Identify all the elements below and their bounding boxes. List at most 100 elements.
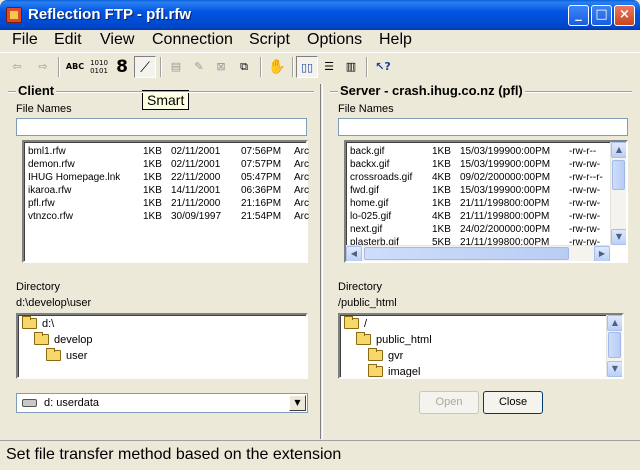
folder-icon (356, 332, 371, 345)
scroll-down-icon[interactable]: ▼ (611, 229, 626, 245)
client-file-filter-input[interactable] (16, 118, 307, 136)
directory-item[interactable]: user (22, 348, 93, 364)
server-file-row[interactable]: lo-025.gif 4KB 21/11/199800:00PM -rw-rw- (350, 210, 608, 223)
file-time: 07:56PM (241, 146, 282, 157)
file-perm: -rw-rw- (569, 211, 601, 222)
folder-icon (34, 332, 49, 345)
client-drive-select[interactable]: d: userdata ▼ (16, 393, 308, 413)
menu-connection[interactable]: Connection (152, 31, 233, 49)
file-time: 21:54PM (241, 211, 282, 222)
file-datetime: 15/03/199900:00PM (460, 146, 551, 157)
server-file-row[interactable]: fwd.gif 1KB 15/03/199900:00PM -rw-rw- (350, 184, 608, 197)
file-name: crossroads.gif (350, 172, 413, 183)
edit-file-icon[interactable]: ✎ (188, 56, 210, 78)
server-file-filter-input[interactable] (338, 118, 628, 136)
directory-item[interactable]: d:\ (22, 316, 93, 332)
file-attr: Arc (294, 185, 309, 196)
close-window-button[interactable]: × (614, 5, 635, 26)
receive-file-icon[interactable]: ⇨ (32, 56, 54, 78)
smart-mode-button[interactable]: 8 (111, 56, 133, 78)
binary-mode-button[interactable]: 1010 0101 (88, 56, 110, 78)
client-file-row[interactable]: bml1.rfw 1KB 02/11/2001 07:56PM Arc (28, 145, 309, 158)
file-perm: -rw-rw- (569, 159, 601, 170)
server-list-vscrollbar[interactable]: ▲ ▼ (610, 142, 626, 245)
directory-item[interactable]: / (344, 316, 432, 332)
title-bar: Reflection FTP - pfl.rfw _ □ × (0, 0, 640, 30)
stop-hand-icon[interactable]: ✋ (266, 56, 288, 78)
chevron-down-icon[interactable]: ▼ (289, 395, 306, 411)
file-perm: -rw-rw- (569, 224, 601, 235)
binary-label-top: 1010 (90, 59, 108, 67)
client-group-title: Client (16, 83, 57, 98)
delete-file-icon[interactable]: ⊠ (210, 56, 232, 78)
view-file-icon[interactable]: ▤ (165, 56, 187, 78)
server-file-list[interactable]: back.gif 1KB 15/03/199900:00PM -rw-r-- backx… (344, 140, 628, 263)
scroll-thumb[interactable] (608, 332, 621, 358)
scroll-up-icon[interactable]: ▲ (611, 142, 626, 158)
toolbar-separator (58, 57, 60, 77)
smart-wand-icon[interactable]: ⟋ (134, 56, 156, 78)
file-size: 1KB (143, 172, 162, 183)
scroll-thumb[interactable] (612, 160, 625, 190)
scroll-up-icon[interactable]: ▲ (607, 315, 622, 331)
server-file-row[interactable]: home.gif 1KB 21/11/199800:00PM -rw-rw- (350, 197, 608, 210)
scroll-down-icon[interactable]: ▼ (607, 361, 622, 377)
directory-item[interactable]: gvr (344, 348, 432, 364)
split-view-icon[interactable]: ▯▯ (296, 56, 318, 78)
ascii-mode-button[interactable]: ABC (64, 56, 86, 78)
file-attr: Arc (294, 172, 309, 183)
menu-file[interactable]: File (12, 31, 38, 49)
pane-splitter[interactable] (320, 84, 323, 439)
file-datetime: 15/03/199900:00PM (460, 185, 551, 196)
scroll-right-icon[interactable]: ▶ (594, 246, 610, 261)
drive-select-value: d: userdata (44, 397, 100, 409)
app-icon[interactable] (6, 7, 22, 23)
copy-files-icon[interactable]: ⧉ (233, 56, 255, 78)
scroll-left-icon[interactable]: ◀ (346, 246, 362, 261)
client-file-list[interactable]: bml1.rfw 1KB 02/11/2001 07:56PM Arc demon.rfw… (22, 140, 309, 263)
scroll-thumb[interactable] (364, 247, 569, 260)
minimize-button[interactable]: _ (568, 5, 589, 26)
menu-view[interactable]: View (100, 31, 134, 49)
detail-view-icon[interactable]: ▥ (340, 56, 362, 78)
server-file-row[interactable]: next.gif 1KB 24/02/200000:00PM -rw-rw- (350, 223, 608, 236)
file-name: lo-025.gif (350, 211, 392, 222)
file-size: 1KB (143, 159, 162, 170)
directory-item[interactable]: public_html (344, 332, 432, 348)
menu-edit[interactable]: Edit (54, 31, 82, 49)
server-directory-tree[interactable]: / public_html gvr imagel ▲ ▼ (338, 313, 624, 379)
file-name: pfl.rfw (28, 198, 55, 209)
server-file-row[interactable]: backx.gif 1KB 15/03/199900:00PM -rw-rw- (350, 158, 608, 171)
directory-item[interactable]: imagel (344, 364, 432, 377)
file-date: 02/11/2001 (171, 146, 221, 157)
server-list-hscrollbar[interactable]: ◀ ▶ (346, 245, 610, 261)
client-file-row[interactable]: IHUG Homepage.lnk 1KB 22/11/2000 05:47PM Arc (28, 171, 309, 184)
client-file-row[interactable]: vtnzco.rfw 1KB 30/09/1997 21:54PM Arc (28, 210, 309, 223)
menu-script[interactable]: Script (249, 31, 290, 49)
folder-icon (368, 364, 383, 377)
client-file-row[interactable]: demon.rfw 1KB 02/11/2001 07:57PM Arc (28, 158, 309, 171)
file-perm: -rw-rw- (569, 198, 601, 209)
open-button[interactable]: Open (419, 391, 479, 414)
list-view-icon[interactable]: ☰ (318, 56, 340, 78)
directory-label: develop (54, 334, 93, 346)
file-datetime: 15/03/199900:00PM (460, 159, 551, 170)
directory-item[interactable]: develop (22, 332, 93, 348)
file-name: home.gif (350, 198, 389, 209)
server-tree-vscrollbar[interactable]: ▲ ▼ (606, 315, 622, 377)
client-directory-label: Directory (16, 281, 61, 293)
menu-options[interactable]: Options (307, 31, 362, 49)
maximize-button[interactable]: □ (591, 5, 612, 26)
client-file-row[interactable]: ikaroa.rfw 1KB 14/11/2001 06:36PM Arc (28, 184, 309, 197)
send-file-icon[interactable]: ⇦ (6, 56, 28, 78)
toolbar-tooltip: Smart (142, 90, 190, 110)
client-directory-tree[interactable]: d:\ develop user (16, 313, 308, 379)
menu-help[interactable]: Help (379, 31, 412, 49)
close-button[interactable]: Close (483, 391, 543, 414)
server-file-row[interactable]: crossroads.gif 4KB 09/02/200000:00PM -rw-r-… (350, 171, 608, 184)
toolbar-separator (292, 57, 294, 77)
help-pointer-icon[interactable]: ↖? (372, 56, 394, 78)
client-file-row[interactable]: pfl.rfw 1KB 21/11/2000 21:16PM Arc (28, 197, 309, 210)
server-file-row[interactable]: back.gif 1KB 15/03/199900:00PM -rw-r-- (350, 145, 608, 158)
file-size: 1KB (432, 198, 451, 209)
